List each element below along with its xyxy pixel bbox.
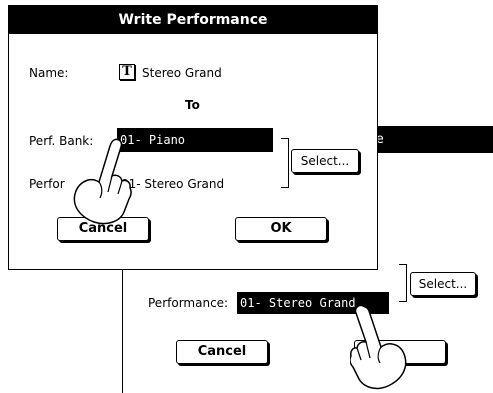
select-button[interactable]: Select... (291, 149, 359, 173)
performance-label: Perfor (29, 177, 65, 191)
back-dialog-border (122, 264, 123, 393)
ok-button[interactable]: OK (235, 217, 327, 241)
back-select-button[interactable]: Select... (410, 272, 476, 296)
perf-bank-label: Perf. Bank: (29, 134, 94, 148)
back-ok-button[interactable] (354, 340, 446, 364)
to-label: To (185, 98, 200, 112)
select-bracket (281, 138, 289, 188)
write-performance-dialog: Write Performance Name: T Stereo Grand T… (8, 5, 378, 270)
back-cancel-button[interactable]: Cancel (176, 340, 268, 364)
perf-bank-field[interactable]: 01- Piano (117, 128, 273, 152)
back-performance-field[interactable]: 01- Stereo Grand (237, 292, 389, 314)
back-performance-label: Performance: (148, 296, 229, 310)
cancel-button[interactable]: Cancel (57, 217, 149, 241)
name-value: Stereo Grand (142, 66, 222, 80)
name-label: Name: (29, 66, 69, 80)
dialog-title: Write Performance (9, 6, 377, 34)
back-select-bracket (399, 264, 407, 302)
text-edit-icon[interactable]: T (119, 64, 135, 80)
performance-value[interactable]: 01- Stereo Grand (121, 177, 224, 191)
